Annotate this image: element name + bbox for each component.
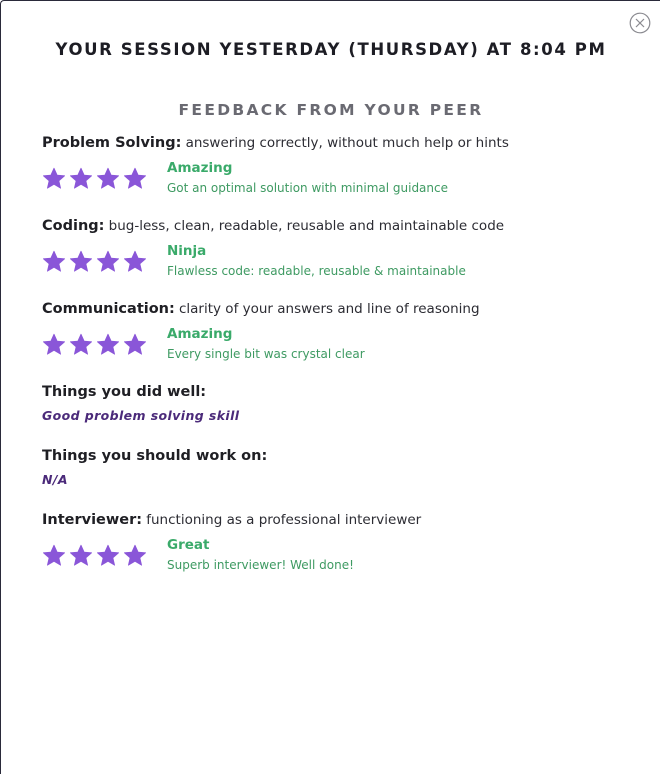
category-communication: Communication: clarity of your answers a… xyxy=(42,298,642,381)
category-name: Problem Solving: xyxy=(42,135,182,151)
rating-text: Great Superb interviewer! Well done! xyxy=(167,536,354,576)
star-icon xyxy=(42,333,66,357)
category-problem-solving: Problem Solving: answering correctly, wi… xyxy=(42,132,642,215)
star-icon xyxy=(123,167,147,191)
category-header: Communication: clarity of your answers a… xyxy=(42,298,642,320)
star-icon xyxy=(69,544,93,568)
star-rating xyxy=(42,325,167,357)
category-name: Interviewer: xyxy=(42,512,143,528)
rating-row: Amazing Got an optimal solution with min… xyxy=(42,159,642,199)
category-interviewer: Interviewer: functioning as a profession… xyxy=(42,509,642,592)
feedback-content: Problem Solving: answering correctly, wi… xyxy=(42,132,642,592)
star-rating xyxy=(42,242,167,274)
rating-text: Amazing Every single bit was crystal cle… xyxy=(167,325,365,365)
category-description: clarity of your answers and line of reas… xyxy=(178,301,480,317)
feedback-modal: YOUR SESSION YESTERDAY (THURSDAY) AT 8:0… xyxy=(0,0,660,774)
category-description: bug-less, clean, readable, reusable and … xyxy=(108,218,505,234)
star-icon xyxy=(123,250,147,274)
star-rating xyxy=(42,536,167,568)
star-icon xyxy=(96,250,120,274)
star-icon xyxy=(96,544,120,568)
rating-detail: Flawless code: readable, reusable & main… xyxy=(167,264,466,278)
category-coding: Coding: bug-less, clean, readable, reusa… xyxy=(42,215,642,298)
star-icon xyxy=(96,167,120,191)
category-name: Communication: xyxy=(42,301,175,317)
rating-text: Ninja Flawless code: readable, reusable … xyxy=(167,242,466,282)
star-icon xyxy=(42,167,66,191)
rating-row: Ninja Flawless code: readable, reusable … xyxy=(42,242,642,282)
did-well-title: Things you did well: xyxy=(42,384,207,400)
star-rating xyxy=(42,159,167,191)
star-icon xyxy=(42,544,66,568)
category-description: functioning as a professional interviewe… xyxy=(146,512,422,528)
rating-detail: Superb interviewer! Well done! xyxy=(167,558,354,572)
did-well-block: Things you did well: Good problem solvin… xyxy=(42,381,642,445)
work-on-value: N/A xyxy=(42,472,68,487)
rating-text: Amazing Got an optimal solution with min… xyxy=(167,159,448,199)
rating-label: Ninja xyxy=(167,243,207,259)
category-description: answering correctly, without much help o… xyxy=(185,135,509,151)
rating-label: Amazing xyxy=(167,326,233,342)
rating-detail: Every single bit was crystal clear xyxy=(167,347,365,361)
star-icon xyxy=(69,250,93,274)
star-icon xyxy=(123,544,147,568)
star-icon xyxy=(42,250,66,274)
star-icon xyxy=(96,333,120,357)
category-name: Coding: xyxy=(42,218,105,234)
did-well-value: Good problem solving skill xyxy=(42,408,240,423)
category-header: Problem Solving: answering correctly, wi… xyxy=(42,132,642,154)
category-header: Coding: bug-less, clean, readable, reusa… xyxy=(42,215,642,237)
work-on-block: Things you should work on: N/A xyxy=(42,445,642,509)
rating-row: Great Superb interviewer! Well done! xyxy=(42,536,642,576)
close-button[interactable] xyxy=(629,12,651,34)
close-circle-icon xyxy=(629,12,651,34)
star-icon xyxy=(69,333,93,357)
rating-label: Amazing xyxy=(167,160,233,176)
rating-detail: Got an optimal solution with minimal gui… xyxy=(167,181,448,195)
rating-row: Amazing Every single bit was crystal cle… xyxy=(42,325,642,365)
category-header: Interviewer: functioning as a profession… xyxy=(42,509,642,531)
rating-label: Great xyxy=(167,537,210,553)
star-icon xyxy=(123,333,147,357)
session-title: YOUR SESSION YESTERDAY (THURSDAY) AT 8:0… xyxy=(55,40,607,59)
feedback-section-title: FEEDBACK FROM YOUR PEER xyxy=(178,101,484,119)
star-icon xyxy=(69,167,93,191)
work-on-title: Things you should work on: xyxy=(42,448,268,464)
